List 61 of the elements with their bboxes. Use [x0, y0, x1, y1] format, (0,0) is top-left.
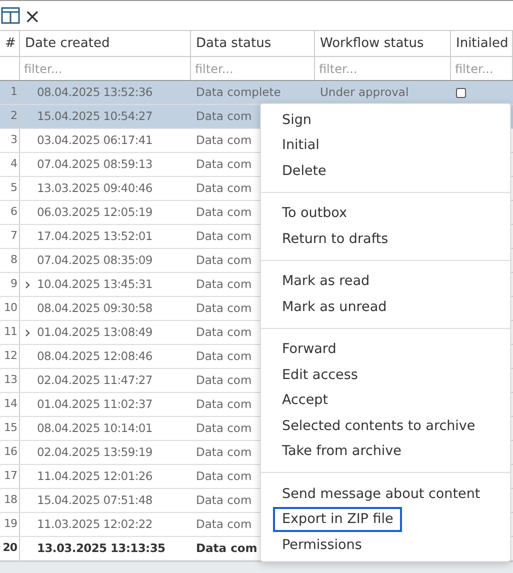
table-cell-text: Data complete — [196, 84, 281, 101]
row-number: 19 — [4, 516, 17, 532]
table-cell-text: 07.04.2025 08:59:13 — [37, 156, 152, 173]
row-number: 18 — [4, 492, 17, 508]
row-number: 16 — [4, 444, 17, 460]
table-cell-text: Data com — [196, 348, 252, 365]
row-number: 3 — [10, 132, 17, 148]
row-number: 15 — [4, 420, 17, 436]
table-cell-text: 08.04.2025 10:14:01 — [37, 420, 152, 437]
row-number: 6 — [10, 204, 17, 220]
table-cell-text: 11.04.2025 12:01:26 — [37, 468, 152, 485]
table-cell-text: 13.03.2025 09:40:46 — [37, 180, 152, 197]
table-cell-text: Data com — [196, 276, 252, 293]
table-cell-text: 10.04.2025 13:45:31 — [37, 276, 152, 293]
table-cell-text: Data com — [196, 492, 252, 509]
table-cell-text: 01.04.2025 13:08:49 — [37, 324, 152, 341]
table-cell-text: Data com — [196, 420, 252, 437]
table-cell-text: 01.04.2025 11:02:37 — [37, 396, 152, 413]
table-cell-text: Data com — [196, 156, 252, 173]
table-cell-text: Data com — [196, 396, 252, 413]
table-cell-text: Data com — [196, 540, 258, 557]
row-number: 7 — [10, 228, 17, 244]
table-cell-text: Data com — [196, 180, 252, 197]
table-cell-text: Data com — [196, 468, 252, 485]
row-number: 11 — [4, 324, 17, 340]
row-number: 12 — [4, 348, 17, 364]
table-cell-text: Under approval — [320, 84, 409, 101]
table-cell-text: 15.04.2025 10:54:27 — [37, 108, 152, 125]
table-cell-text: 13.03.2025 13:13:35 — [37, 540, 166, 557]
row-number: 5 — [10, 180, 17, 196]
table-cell-text: Data com — [196, 252, 252, 269]
table-cell-text: Data com — [196, 108, 252, 125]
row-number: 9 — [10, 276, 17, 292]
table-cell-text: Data com — [196, 372, 252, 389]
table-cell-text: 17.04.2025 13:52:01 — [37, 228, 152, 245]
table-cell-text: 06.03.2025 12:05:19 — [37, 204, 152, 221]
table-cell-text: Data com — [196, 132, 252, 149]
table-cell-text: Data com — [196, 204, 252, 221]
row-number: 1 — [10, 84, 17, 100]
row-number: 20 — [2, 540, 17, 556]
table-cell-text: 11.03.2025 12:02:22 — [37, 516, 152, 533]
table-cell-text: 07.04.2025 08:35:09 — [37, 252, 152, 269]
row-number: 14 — [4, 396, 17, 412]
row-number: 8 — [10, 252, 17, 268]
row-number: 4 — [10, 156, 17, 172]
table-cell-text: Data com — [196, 300, 252, 317]
table-cell-text: 08.04.2025 09:30:58 — [37, 300, 152, 317]
table-cell-text: Data com — [196, 516, 252, 533]
row-number: 2 — [10, 108, 17, 124]
table-cell-text: Data com — [196, 444, 252, 461]
row-number: 17 — [4, 468, 17, 484]
table-cell-text: 02.04.2025 13:59:19 — [37, 444, 152, 461]
table-cell-text: 03.04.2025 06:17:41 — [37, 132, 152, 149]
row-number: 13 — [4, 372, 17, 388]
row-number: 10 — [4, 300, 17, 316]
table-cell-text: 15.04.2025 07:51:48 — [37, 492, 152, 509]
table-cell-text: 08.04.2025 13:52:36 — [37, 84, 152, 101]
table-cell-text: 08.04.2025 12:08:46 — [37, 348, 152, 365]
table-cell-text: 02.04.2025 11:47:27 — [37, 372, 152, 389]
table-cell-text: Data com — [196, 228, 252, 245]
table-cell-text: Data com — [196, 324, 252, 341]
